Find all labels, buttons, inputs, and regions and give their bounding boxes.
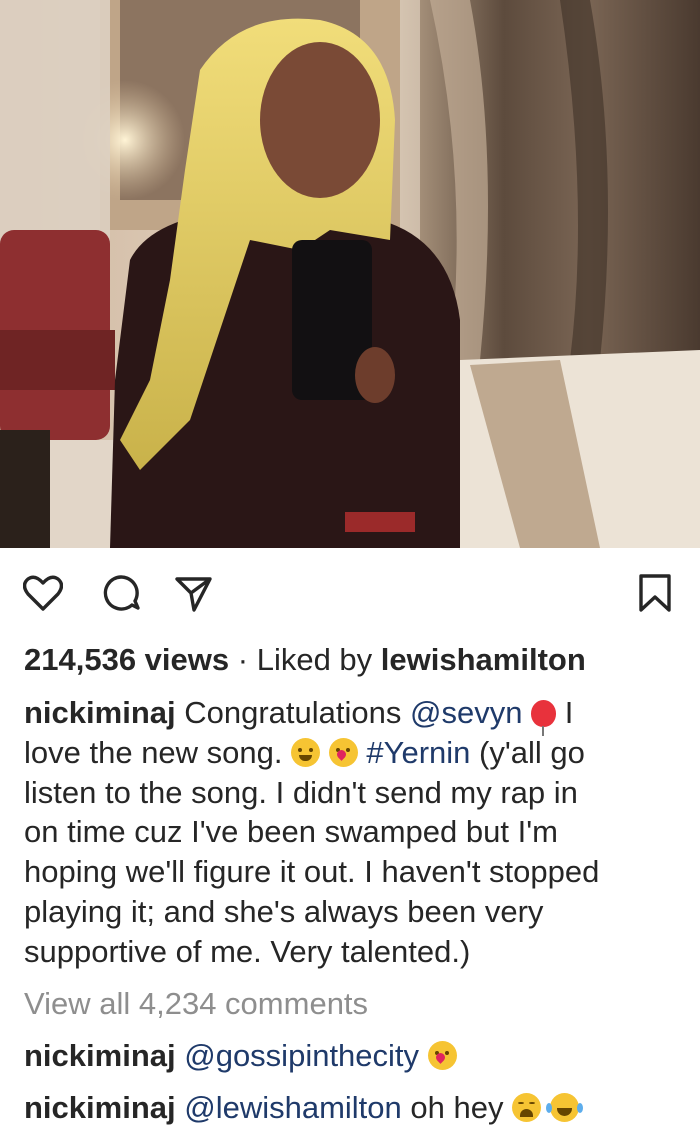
post-video-frame [0,0,700,548]
caption-line-7: supportive of me. Very talented.) [24,933,471,969]
caption-text: love the new song. [24,734,283,770]
post-caption: nickiminaj Congratulations @sevyn I love… [24,693,684,972]
liked-by-prefix: Liked by [256,642,373,677]
post-media[interactable] [0,0,700,548]
comment-username[interactable]: nickiminaj [24,1038,176,1073]
views-liked-by: 214,536 views · Liked by lewishamilton [24,640,684,680]
caption-text: I [564,695,574,730]
caption-mention[interactable]: @sevyn [410,695,522,730]
post-actions [0,548,700,636]
comment-mention[interactable]: @lewishamilton [184,1090,402,1125]
view-all-comments-link[interactable]: View all 4,234 comments [24,984,368,1024]
caption-text: Congratulations [184,695,402,730]
comment-item: nickiminaj @lewishamilton oh hey [24,1088,579,1128]
balloon-emoji-icon [531,700,557,736]
comment-item: nickiminaj @gossipinthecity [24,1036,457,1076]
kissing-face-emoji-icon [328,737,358,767]
caption-line-1: nickiminaj Congratulations @sevyn I [24,693,684,736]
caption-line-5: hoping we'll figure it out. I haven't st… [24,854,600,890]
caption-line-2: love the new song. #Yernin (y'all go [24,733,684,773]
grinning-sweat-emoji-icon [291,737,321,767]
heart-icon[interactable] [18,568,68,618]
send-icon[interactable] [168,568,218,618]
caption-line-6: playing it; and she's always been very [24,893,544,929]
tears-of-joy-emoji-icon [545,1093,579,1122]
comment-text: oh hey [410,1090,504,1125]
comment-username[interactable]: nickiminaj [24,1090,176,1125]
bookmark-icon[interactable] [630,568,680,618]
liked-by-user[interactable]: lewishamilton [381,642,586,677]
comment-icon[interactable] [96,568,146,618]
caption-hashtag[interactable]: #Yernin [366,735,470,770]
caption-line-3: listen to the song. I didn't send my rap… [24,774,578,810]
comment-mention[interactable]: @gossipinthecity [184,1038,419,1073]
separator: · [237,642,249,677]
caption-line-4: on time cuz I've been swamped but I'm [24,814,558,850]
caption-text: (y'all go [479,734,585,770]
views-count[interactable]: 214,536 views [24,642,229,677]
caption-username[interactable]: nickiminaj [24,695,176,730]
weary-face-emoji-icon [512,1093,542,1122]
kissing-face-emoji-icon [427,1041,457,1070]
